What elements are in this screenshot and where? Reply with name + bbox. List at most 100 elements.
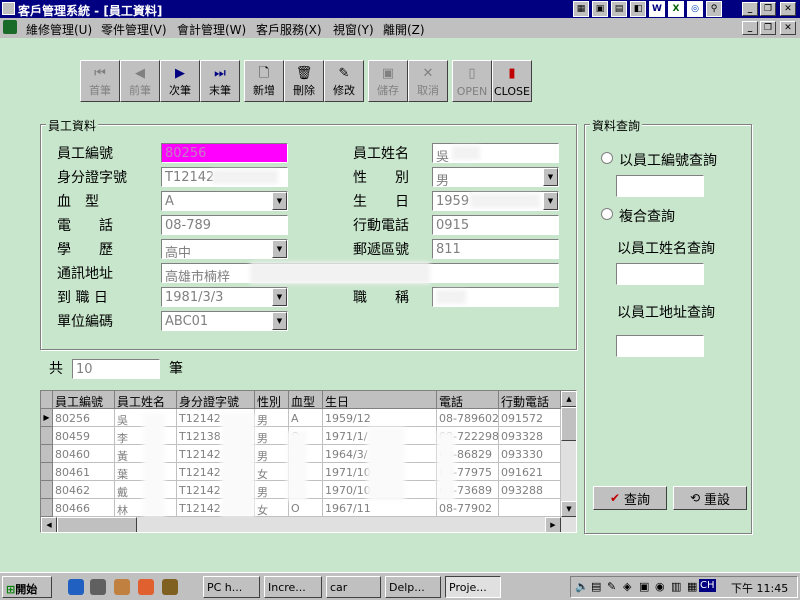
grid-cell[interactable]: 1959/12: [323, 409, 437, 427]
grid-vertical-scrollbar[interactable]: ▲ ▼: [561, 391, 576, 517]
search-button[interactable]: ✔ 查詢: [593, 486, 667, 510]
edit-record-button[interactable]: ✎ 修改: [324, 60, 364, 102]
grid-horizontal-scrollbar[interactable]: ◀ ▶: [41, 517, 576, 532]
row-indicator[interactable]: [41, 445, 53, 463]
grid-header[interactable]: 生日: [323, 391, 437, 409]
minimize-icon[interactable]: _: [742, 2, 758, 16]
scroll-up-icon[interactable]: ▲: [561, 391, 576, 407]
mobile-field[interactable]: 0915: [432, 215, 559, 235]
grid-cell[interactable]: O: [289, 499, 323, 517]
start-button[interactable]: ⊞開始: [2, 576, 52, 598]
grid-cell[interactable]: 091621: [499, 463, 561, 481]
grid-header[interactable]: 電話: [437, 391, 499, 409]
grid-cell[interactable]: 80460: [53, 445, 115, 463]
grid-cell[interactable]: 093330: [499, 445, 561, 463]
employee-grid[interactable]: 員工編號 員工姓名 身分證字號 性別 血型 生日 電話 行動電話 ▶ 80256 吳…: [40, 390, 577, 533]
hire-date-picker[interactable]: 1981/3/3 ▼: [161, 287, 288, 307]
menu-exit[interactable]: 離開(Z): [383, 21, 425, 38]
grid-cell[interactable]: 80462: [53, 481, 115, 499]
grid-cell[interactable]: A: [289, 409, 323, 427]
dropdown-arrow-icon[interactable]: ▼: [543, 168, 558, 186]
grid-header[interactable]: 性別: [255, 391, 289, 409]
emp-no-field[interactable]: 80256: [161, 143, 288, 163]
delete-record-button[interactable]: 🗑 刪除: [284, 60, 324, 102]
grid-cell[interactable]: 男: [255, 481, 289, 499]
grid-header[interactable]: 員工姓名: [115, 391, 177, 409]
grid-cell[interactable]: 男: [255, 427, 289, 445]
scroll-down-icon[interactable]: ▼: [561, 501, 576, 517]
child-close-icon[interactable]: ✕: [780, 21, 796, 35]
app-shortcut-icon[interactable]: ▦: [573, 1, 589, 17]
menu-customer-service[interactable]: 客戶服務(X): [256, 21, 322, 38]
word-icon[interactable]: W: [649, 1, 665, 17]
close-icon[interactable]: ✕: [780, 2, 796, 16]
child-window-icon[interactable]: [3, 20, 17, 34]
grid-cell[interactable]: 男: [255, 409, 289, 427]
grid-cell[interactable]: 80256: [53, 409, 115, 427]
grid-cell[interactable]: 女: [255, 463, 289, 481]
save-record-button[interactable]: ▣ 儲存: [368, 60, 408, 102]
grid-cell[interactable]: 女: [255, 499, 289, 517]
grid-cell[interactable]: 093328: [499, 427, 561, 445]
grid-cell[interactable]: 80466: [53, 499, 115, 517]
network-icon[interactable]: ▤: [591, 580, 601, 593]
tool-shortcut-icon[interactable]: ◧: [630, 1, 646, 17]
row-indicator[interactable]: [41, 481, 53, 499]
prev-record-button[interactable]: ◀ 前筆: [120, 60, 160, 102]
education-select[interactable]: 高中 ▼: [161, 239, 288, 259]
dropdown-arrow-icon[interactable]: ▼: [272, 288, 287, 306]
grid-cell[interactable]: 091572: [499, 409, 561, 427]
mail-quicklaunch-icon[interactable]: [138, 579, 154, 595]
dropdown-arrow-icon[interactable]: ▼: [272, 312, 287, 330]
query-by-emp-no-radio[interactable]: [601, 152, 613, 164]
ime-indicator[interactable]: CH: [699, 579, 716, 592]
next-record-button[interactable]: ▶ 次筆: [160, 60, 200, 102]
open-button[interactable]: ▯ OPEN: [452, 60, 492, 102]
app-quicklaunch-icon[interactable]: [162, 579, 178, 595]
grid-cell[interactable]: 1967/11: [323, 499, 437, 517]
task-pc[interactable]: PC h...: [203, 576, 260, 598]
tray-app-icon[interactable]: ◈: [623, 580, 631, 593]
grid-cell[interactable]: 08-789602: [437, 409, 499, 427]
last-record-button[interactable]: ⏭ 末筆: [200, 60, 240, 102]
grid-header[interactable]: 身分證字號: [177, 391, 255, 409]
scroll-left-icon[interactable]: ◀: [41, 517, 57, 532]
window-shortcut-icon[interactable]: ▣: [592, 1, 608, 17]
menu-repair[interactable]: 維修管理(U): [26, 21, 92, 38]
child-minimize-icon[interactable]: _: [742, 21, 758, 35]
scroll-right-icon[interactable]: ▶: [545, 517, 561, 532]
pen-icon[interactable]: ✎: [607, 580, 616, 593]
menu-window[interactable]: 視窗(Y): [333, 21, 374, 38]
grid-cell[interactable]: 08-77902: [437, 499, 499, 517]
phone-field[interactable]: 08-789: [161, 215, 288, 235]
tray-app-icon[interactable]: ▥: [671, 580, 681, 593]
row-indicator[interactable]: [41, 427, 53, 445]
grid-header[interactable]: 血型: [289, 391, 323, 409]
speaker-icon[interactable]: 🔈: [575, 580, 589, 593]
grid-header[interactable]: 員工編號: [53, 391, 115, 409]
close-button[interactable]: ▮ CLOSE: [492, 60, 532, 102]
grid-cell[interactable]: 80459: [53, 427, 115, 445]
dropdown-arrow-icon[interactable]: ▼: [272, 192, 287, 210]
dropdown-arrow-icon[interactable]: ▼: [543, 192, 558, 210]
tray-app-icon[interactable]: ◉: [655, 580, 665, 593]
first-record-button[interactable]: ⏮ 首筆: [80, 60, 120, 102]
child-restore-icon[interactable]: ❐: [760, 21, 776, 35]
tray-app-icon[interactable]: ▦: [687, 580, 697, 593]
grid-cell[interactable]: 093288: [499, 481, 561, 499]
new-record-button[interactable]: 🗋 新增: [244, 60, 284, 102]
row-indicator[interactable]: [41, 463, 53, 481]
query-address-input[interactable]: [616, 335, 704, 357]
task-car[interactable]: car: [326, 576, 381, 598]
row-indicator[interactable]: [41, 499, 53, 517]
restore-icon[interactable]: ❐: [760, 2, 776, 16]
excel-icon[interactable]: X: [668, 1, 684, 17]
channel-quicklaunch-icon[interactable]: [114, 579, 130, 595]
folder-shortcut-icon[interactable]: ▤: [611, 1, 627, 17]
combined-query-radio[interactable]: [601, 208, 613, 220]
grid-cell[interactable]: 80461: [53, 463, 115, 481]
gender-select[interactable]: 男 ▼: [432, 167, 559, 187]
clock[interactable]: 下午 11:45: [731, 580, 788, 596]
desktop-quicklaunch-icon[interactable]: [90, 579, 106, 595]
grid-header[interactable]: 行動電話: [499, 391, 561, 409]
